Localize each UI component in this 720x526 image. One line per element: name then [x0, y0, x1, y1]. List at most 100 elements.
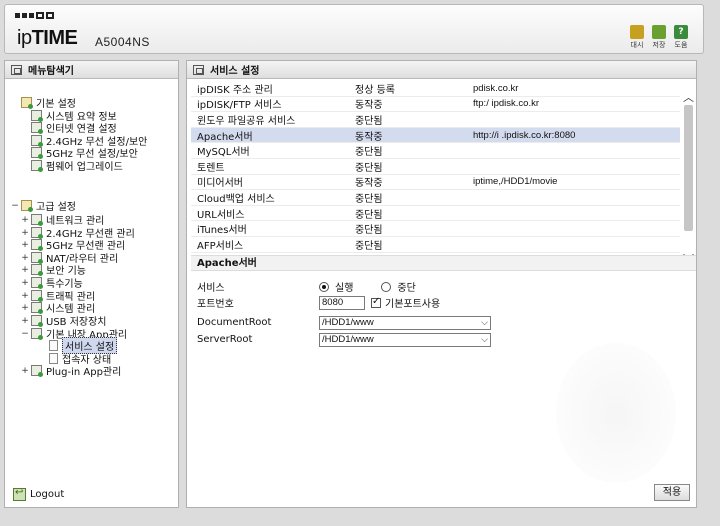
- settings-page-icon: [31, 239, 43, 251]
- settings-page-icon: [31, 290, 43, 302]
- run-radio[interactable]: 실행: [319, 279, 353, 294]
- settings-page-icon: [31, 160, 43, 172]
- service-row[interactable]: ipDISK 주소 관리 정상 등록 pdisk.co.kr: [191, 81, 680, 97]
- service-name: Apache서버: [197, 131, 253, 143]
- expand-icon[interactable]: +: [21, 291, 29, 301]
- brand-logo: ipTIME: [17, 27, 78, 49]
- service-name: 미디어서버: [197, 178, 243, 190]
- service-row[interactable]: URL서비스 중단됨: [191, 206, 680, 222]
- service-settings-panel: 서비스 설정 ipDISK 주소 관리 정상 등록 pdisk.co.kr ipDIS…: [186, 60, 697, 508]
- tree-item[interactable]: + Plug-in App관리: [21, 364, 121, 378]
- service-name: 윈도우 파일공유 서비스: [197, 115, 296, 127]
- tree-item[interactable]: 펌웨어 업그레이드: [21, 159, 123, 173]
- service-row[interactable]: Apache서버 동작중 http://i .ipdisk.co.kr:8080: [191, 127, 680, 144]
- service-status: 동작중: [355, 131, 383, 143]
- radio-off-icon: [381, 281, 392, 292]
- tree-item-label: 고급 설정: [36, 202, 76, 213]
- service-row[interactable]: 토렌트 중단됨: [191, 159, 680, 175]
- stop-label: 중단: [397, 283, 416, 294]
- menu-explorer-panel: 메뉴탐색기 기본 설정 시스템 요약 정보 인터넷 연결 설정 2.4GHz 무선 설…: [4, 60, 179, 508]
- service-status: 동작중: [355, 178, 383, 190]
- service-info: pdisk.co.kr: [473, 82, 519, 94]
- serverroot-select[interactable]: /HDD1/www ⌵: [319, 332, 491, 347]
- expand-icon[interactable]: +: [21, 278, 29, 288]
- service-status: 중단됨: [355, 193, 383, 205]
- default-port-checkbox[interactable]: [371, 296, 381, 308]
- service-status: 중단됨: [355, 209, 383, 221]
- expand-icon[interactable]: +: [21, 366, 29, 376]
- chevron-down-icon: ⌵: [481, 316, 488, 327]
- service-row[interactable]: ipDISK/FTP 서비스 동작중 ftp:/ ipdisk.co.kr: [191, 97, 680, 113]
- stop-radio[interactable]: 중단: [381, 279, 416, 294]
- expand-icon[interactable]: +: [21, 316, 29, 326]
- header-toolbar: 대시 저장? 도움: [629, 25, 689, 50]
- save-icon: [652, 25, 666, 39]
- tree-item-label: 펌웨어 업그레이드: [46, 162, 123, 173]
- docroot-select[interactable]: /HDD1/www ⌵: [319, 315, 491, 330]
- expand-icon[interactable]: +: [21, 240, 29, 250]
- help-icon: ?: [674, 25, 688, 39]
- tool-button-2[interactable]: ? 도움: [673, 25, 689, 50]
- serverroot-value: /HDD1/www: [322, 333, 374, 345]
- service-status: 중단됨: [355, 162, 383, 174]
- logout-link[interactable]: Logout: [13, 487, 64, 501]
- tool-button-1[interactable]: 저장: [651, 25, 667, 50]
- service-row[interactable]: MySQL서버 중단됨: [191, 143, 680, 159]
- chevron-down-icon: ⌵: [481, 333, 488, 344]
- service-settings-title: 서비스 설정: [210, 66, 260, 77]
- menu-explorer-header: 메뉴탐색기: [5, 61, 178, 79]
- model-name: A5004NS: [95, 35, 150, 49]
- service-list-scrollbar[interactable]: ︿ ﹀: [682, 81, 695, 313]
- service-row[interactable]: AFP서비스 중단됨: [191, 237, 680, 253]
- settings-page-icon: [31, 135, 43, 147]
- settings-window-icon: [193, 64, 204, 75]
- port-row: 포트번호 8080 기본포트사용: [197, 295, 440, 310]
- service-name: 토렌트: [197, 162, 225, 174]
- service-name: ipDISK 주소 관리: [197, 84, 273, 96]
- expand-icon[interactable]: +: [21, 253, 29, 263]
- tool-label: 도움: [674, 41, 688, 49]
- service-name: ipDISK/FTP 서비스: [197, 100, 282, 112]
- expand-icon[interactable]: +: [21, 228, 29, 238]
- service-label: 서비스: [197, 283, 225, 294]
- service-row[interactable]: 윈도우 파일공유 서비스 중단됨: [191, 112, 680, 128]
- tool-button-0[interactable]: 대시: [629, 25, 645, 50]
- service-row[interactable]: iTunes서버 중단됨: [191, 221, 680, 237]
- settings-page-icon: [31, 365, 43, 377]
- tree-item[interactable]: − 고급 설정: [11, 199, 76, 213]
- service-info: http://i .ipdisk.co.kr:8080: [473, 129, 576, 141]
- service-info: ftp:/ ipdisk.co.kr: [473, 98, 539, 110]
- expand-icon[interactable]: +: [21, 215, 29, 225]
- docroot-label: DocumentRoot: [197, 317, 272, 328]
- service-status: 중단됨: [355, 225, 383, 237]
- settings-page-icon: [31, 214, 43, 226]
- settings-page-icon: [31, 147, 43, 159]
- service-name: iTunes서버: [197, 225, 247, 237]
- service-row: 서비스 실행 중단: [197, 279, 444, 294]
- service-status: 중단됨: [355, 115, 383, 127]
- serverroot-label: ServerRoot: [197, 334, 253, 345]
- docroot-value: /HDD1/www: [322, 316, 374, 328]
- settings-page-icon: [31, 277, 43, 289]
- dashboard-icon: [630, 25, 644, 39]
- folder-icon: [21, 97, 33, 109]
- collapse-icon[interactable]: −: [11, 201, 19, 211]
- expand-icon[interactable]: +: [21, 303, 29, 313]
- service-status: 동작중: [355, 100, 383, 112]
- apply-button[interactable]: 적용: [654, 484, 690, 501]
- service-name: AFP서비스: [197, 240, 244, 252]
- scroll-thumb[interactable]: [684, 105, 693, 231]
- settings-page-icon: [31, 264, 43, 276]
- settings-page-icon: [31, 252, 43, 264]
- service-status: 정상 등록: [355, 84, 395, 96]
- scroll-up-icon[interactable]: ︿: [682, 89, 695, 104]
- service-row[interactable]: Cloud백업 서비스 중단됨: [191, 190, 680, 206]
- run-label: 실행: [335, 283, 354, 294]
- watermark-graphic: [556, 343, 676, 483]
- service-info: iptime,/HDD1/movie: [473, 176, 558, 188]
- service-status: 중단됨: [355, 147, 383, 159]
- expand-icon[interactable]: +: [21, 265, 29, 275]
- port-input[interactable]: 8080: [319, 295, 365, 310]
- collapse-icon[interactable]: −: [21, 329, 29, 339]
- service-row[interactable]: 미디어서버 동작중 iptime,/HDD1/movie: [191, 175, 680, 191]
